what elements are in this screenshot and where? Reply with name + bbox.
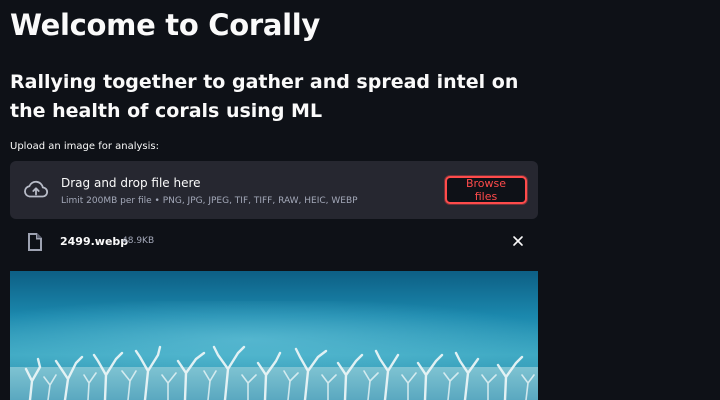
upload-label: Upload an image for analysis: [10, 141, 159, 152]
uploaded-file-row: 2499.webp 48.9KB [10, 230, 538, 254]
cloud-upload-icon [24, 180, 49, 198]
close-icon[interactable] [512, 235, 524, 247]
page-title: Welcome to Corally [10, 8, 321, 42]
file-size: 48.9KB [122, 236, 155, 246]
file-limit-text: Limit 200MB per file • PNG, JPG, JPEG, T… [61, 196, 358, 206]
file-name: 2499.webp [60, 235, 129, 248]
coral-reef-image [10, 271, 538, 400]
dropzone-title: Drag and drop file here [61, 176, 201, 190]
file-dropzone[interactable]: Drag and drop file here Limit 200MB per … [10, 161, 538, 219]
file-icon [28, 233, 42, 251]
browse-files-button[interactable]: Browse files [445, 176, 527, 204]
page-subtitle: Rallying together to gather and spread i… [10, 71, 519, 122]
uploaded-image-preview [10, 271, 538, 400]
